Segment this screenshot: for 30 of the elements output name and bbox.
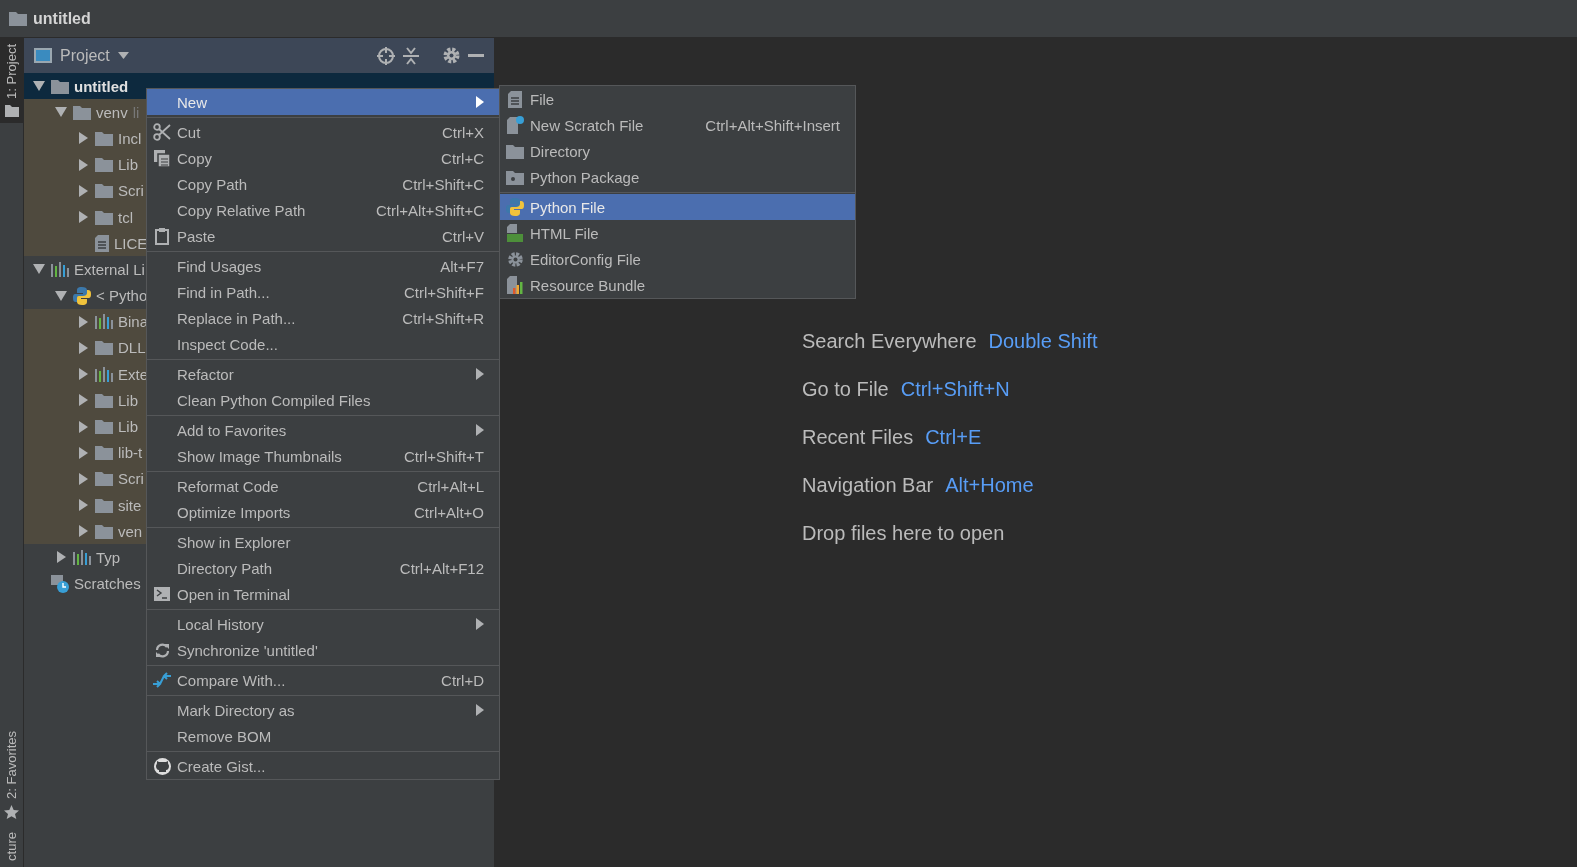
tree-label: site: [118, 496, 142, 514]
hint-label: Search Everywhere: [802, 330, 977, 353]
tree-label: Scri: [118, 182, 144, 200]
tree-label: Lib: [118, 418, 139, 436]
tree-label: venv: [96, 103, 128, 121]
tree-label: lib-t: [118, 444, 143, 462]
tree-label: tcl: [118, 208, 133, 226]
tree-label: ven: [118, 522, 143, 540]
tree-label: untitled: [74, 77, 129, 95]
tree-label: Scri: [118, 470, 144, 488]
window-title: untitled: [33, 9, 91, 28]
tree-label: Exte: [118, 365, 148, 383]
tree-label: External Li: [74, 260, 145, 278]
hint-shortcut: Double Shift: [988, 330, 1098, 353]
hint-label: Drop files here to open: [802, 522, 1005, 545]
hint-shortcut: Alt+Home: [945, 474, 1034, 497]
tree-label: Scratches: [74, 575, 141, 593]
tree-label: Lib: [118, 156, 139, 174]
hint-label: Navigation Bar: [802, 474, 934, 497]
hint-shortcut: Ctrl+Shift+N: [900, 378, 1010, 401]
tree-label: < Pytho: [96, 287, 148, 305]
hint-shortcut: Ctrl+E: [925, 426, 982, 449]
hint-label: Recent Files: [802, 426, 914, 449]
tree-label: Incl: [118, 129, 142, 147]
tree-label: LICE: [114, 234, 148, 252]
tree-hint: li: [132, 103, 140, 121]
hint-label: Go to File: [802, 378, 889, 401]
tree-label: Typ: [96, 548, 121, 566]
tree-label: DLL: [118, 339, 146, 357]
tree-label: Lib: [118, 391, 139, 409]
